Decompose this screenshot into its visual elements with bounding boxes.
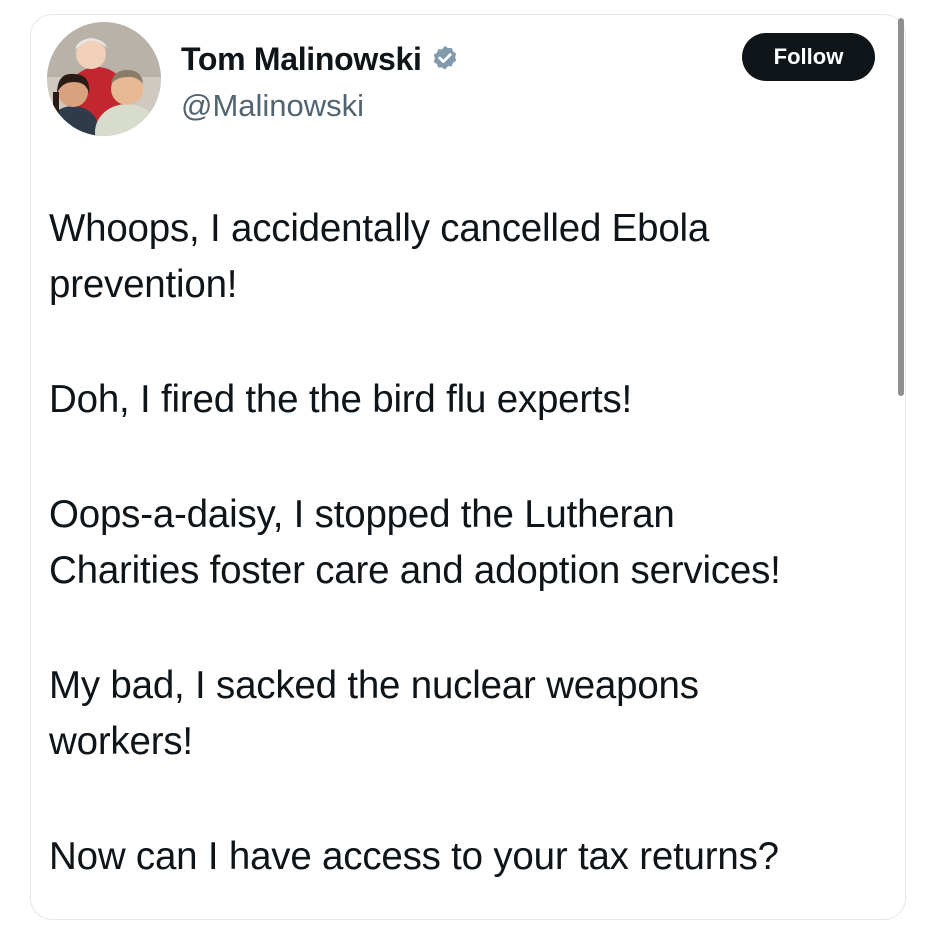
avatar[interactable] <box>47 22 161 136</box>
author-handle[interactable]: @Malinowski <box>181 87 364 125</box>
tweet-paragraph: Whoops, I accidentally cancelled Ebola p… <box>49 207 710 306</box>
tweet-text: Whoops, I accidentally cancelled Ebola p… <box>49 201 899 885</box>
tweet-paragraph: Now can I have access to your tax return… <box>49 835 779 878</box>
tweet-paragraph: Oops-a-daisy, I stopped the Lutheran Cha… <box>49 493 781 592</box>
tweet-card: Tom Malinowski @Malinowski Follow Whoops… <box>30 14 906 920</box>
author-name-row: Tom Malinowski <box>181 39 460 79</box>
follow-button[interactable]: Follow <box>742 33 875 81</box>
tweet-paragraph: My bad, I sacked the nuclear weapons wor… <box>49 664 699 763</box>
avatar-photo <box>47 22 161 136</box>
author-display-name[interactable]: Tom Malinowski <box>181 39 422 79</box>
tweet-paragraph: Doh, I fired the the bird flu experts! <box>49 378 633 421</box>
verified-badge-icon <box>430 44 460 74</box>
scrollbar[interactable] <box>898 18 904 396</box>
